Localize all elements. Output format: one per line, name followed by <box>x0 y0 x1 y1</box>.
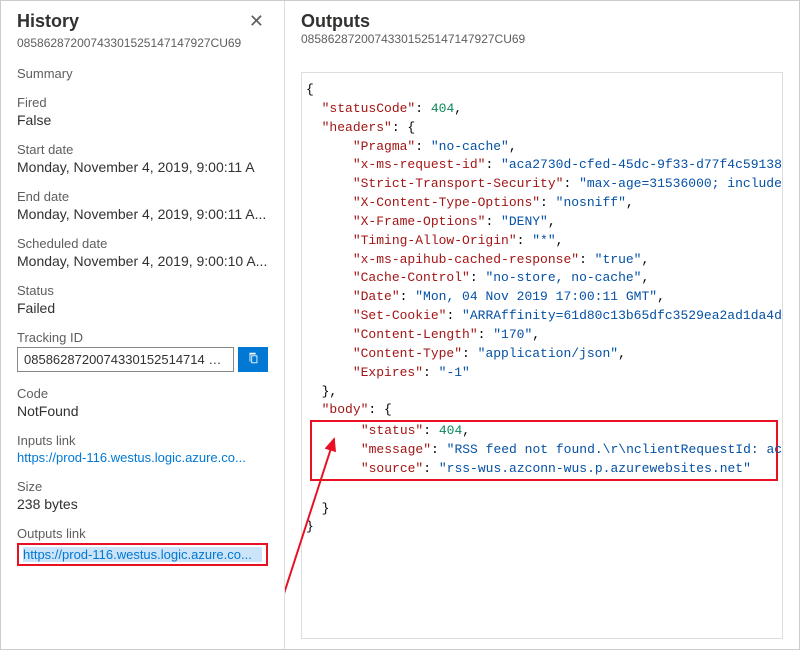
summary-label: Summary <box>17 66 268 81</box>
history-panel: History ✕ 08586287200743301525147147927C… <box>1 1 285 649</box>
history-run-id: 08586287200743301525147147927CU69 <box>17 36 268 50</box>
scheduled-date-label: Scheduled date <box>17 236 268 251</box>
inputs-link-label: Inputs link <box>17 433 268 448</box>
fired-value: False <box>17 112 268 128</box>
copy-icon <box>246 351 260 368</box>
status-label: Status <box>17 283 268 298</box>
status-value: Failed <box>17 300 268 316</box>
scheduled-date-value: Monday, November 4, 2019, 9:00:10 A... <box>17 253 268 269</box>
outputs-link-label: Outputs link <box>17 526 268 541</box>
tracking-id-input[interactable]: 0858628720074330152514714 79... <box>17 347 234 372</box>
start-date-value: Monday, November 4, 2019, 9:00:11 A <box>17 159 268 175</box>
outputs-panel: Outputs 08586287200743301525147147927CU6… <box>285 1 799 649</box>
code-label: Code <box>17 386 268 401</box>
end-date-value: Monday, November 4, 2019, 9:00:11 A... <box>17 206 268 222</box>
size-value: 238 bytes <box>17 496 268 512</box>
outputs-run-id: 08586287200743301525147147927CU69 <box>301 32 783 46</box>
copy-button[interactable] <box>238 347 268 372</box>
fired-label: Fired <box>17 95 268 110</box>
start-date-label: Start date <box>17 142 268 157</box>
size-label: Size <box>17 479 268 494</box>
tracking-id-label: Tracking ID <box>17 330 268 345</box>
history-title: History <box>17 11 79 32</box>
outputs-title: Outputs <box>301 11 783 32</box>
json-viewer[interactable]: { "statusCode": 404, "headers": { "Pragm… <box>301 72 783 639</box>
code-value: NotFound <box>17 403 268 419</box>
outputs-link-highlight: https://prod-116.westus.logic.azure.co..… <box>17 543 268 566</box>
inputs-link[interactable]: https://prod-116.westus.logic.azure.co..… <box>17 450 268 465</box>
outputs-link[interactable]: https://prod-116.westus.logic.azure.co..… <box>23 547 262 562</box>
end-date-label: End date <box>17 189 268 204</box>
close-icon[interactable]: ✕ <box>245 11 268 32</box>
